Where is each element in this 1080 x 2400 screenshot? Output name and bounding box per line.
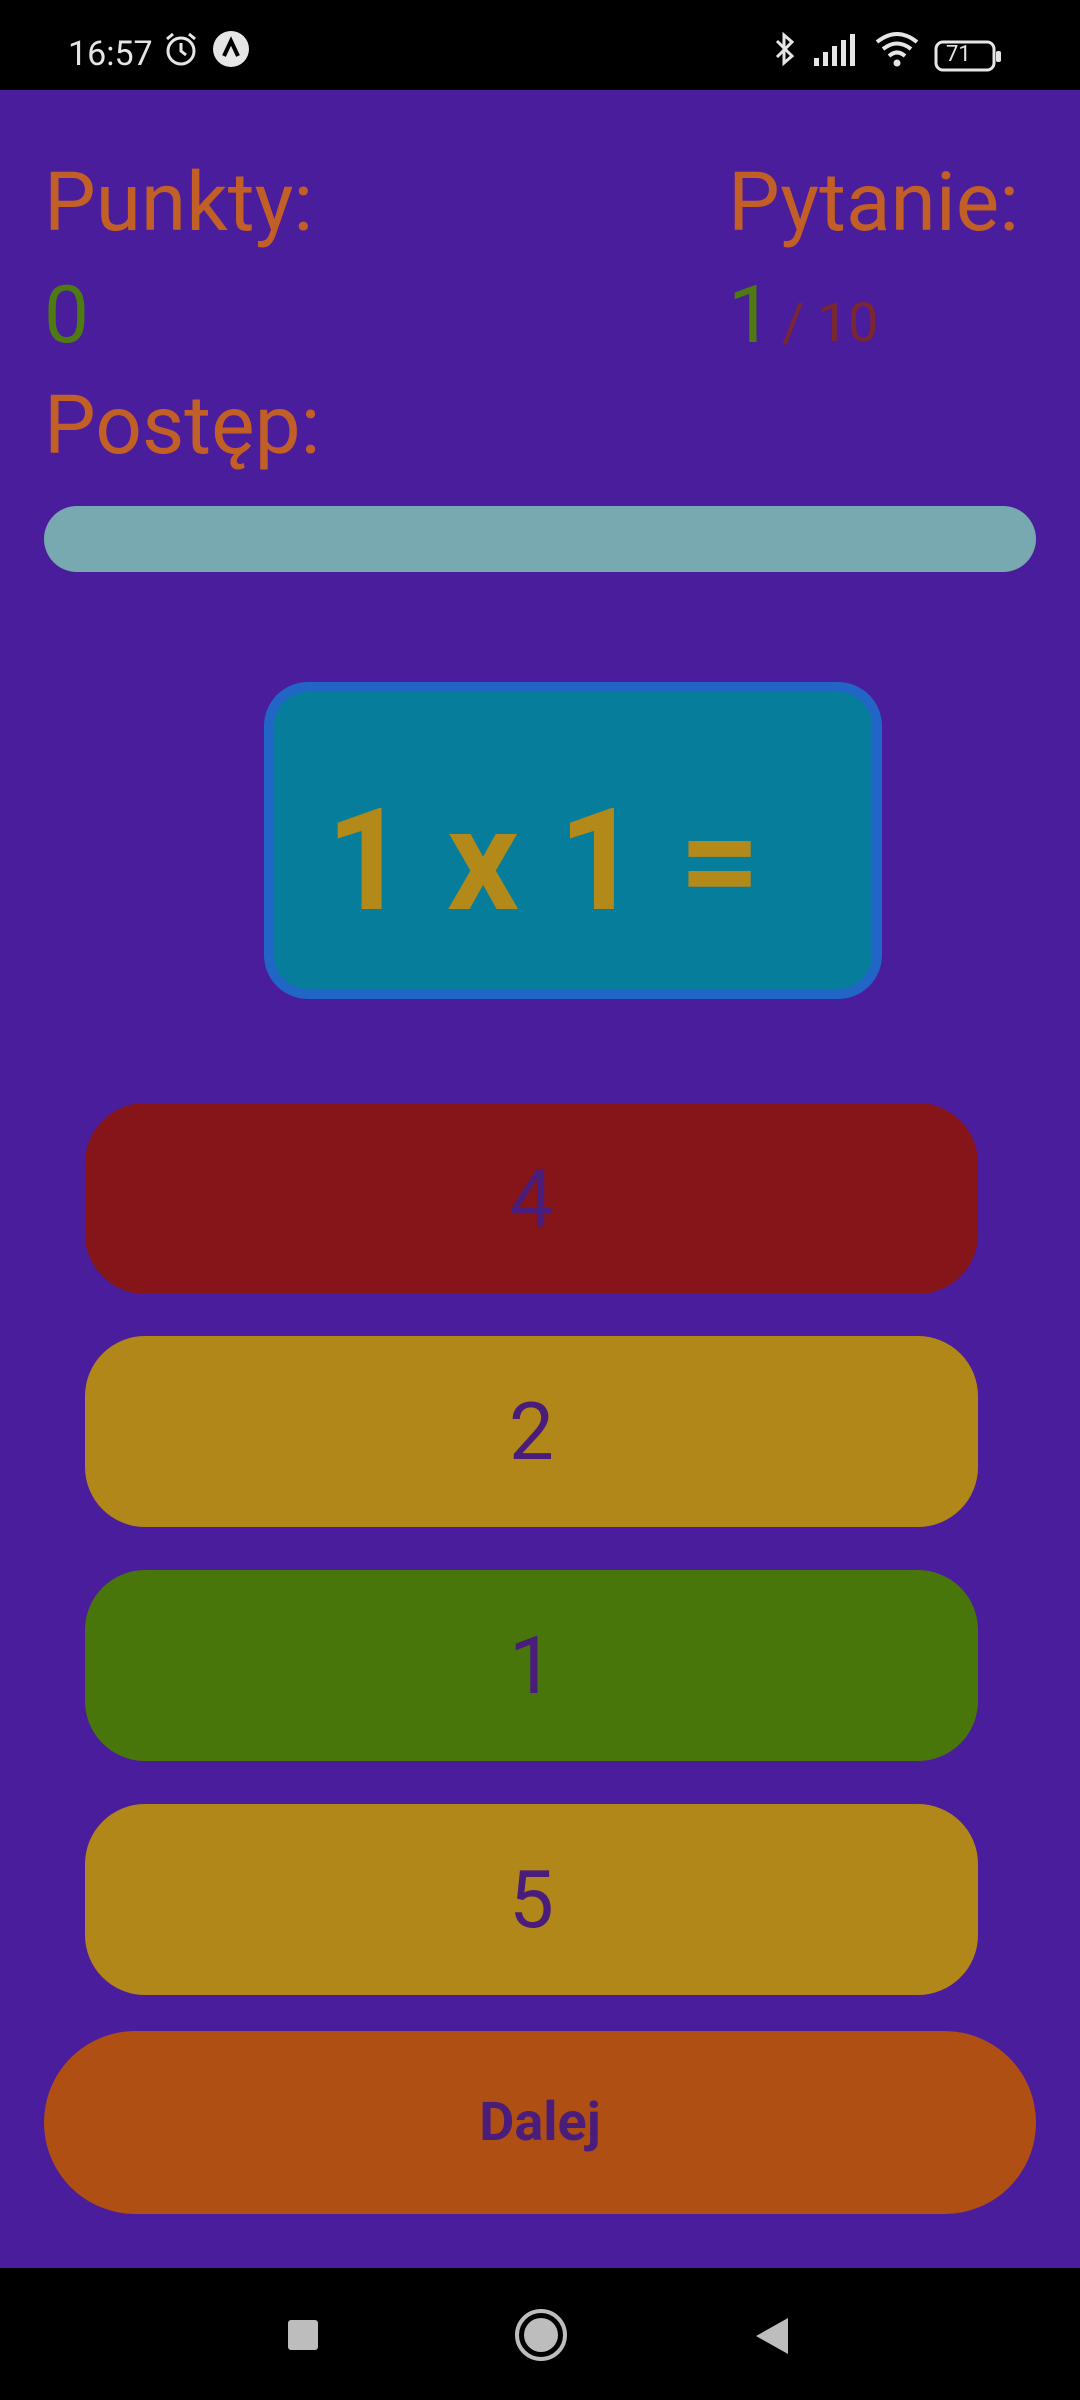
progress-bar bbox=[44, 506, 1036, 572]
next-button[interactable]: Dalej bbox=[44, 2031, 1036, 2214]
question-text: 1 x 1 = bbox=[326, 777, 763, 944]
progress-label: Postęp: bbox=[44, 378, 321, 474]
question-card: 1 x 1 = bbox=[264, 682, 882, 999]
wifi-icon bbox=[874, 30, 920, 72]
question-label: Pytanie: bbox=[728, 155, 1020, 251]
answer-label: 1 bbox=[509, 1618, 554, 1713]
answer-button[interactable]: 2 bbox=[85, 1336, 978, 1527]
navigation-bar bbox=[0, 2268, 1080, 2400]
answer-button[interactable]: 5 bbox=[85, 1804, 978, 1995]
answer-label: 5 bbox=[509, 1852, 554, 1947]
battery-level: 71 bbox=[946, 42, 971, 67]
answer-button[interactable]: 1 bbox=[85, 1570, 978, 1761]
answer-button[interactable]: 4 bbox=[85, 1103, 978, 1294]
status-bar: 16:57 71 bbox=[0, 0, 1080, 90]
signal-icon bbox=[812, 30, 860, 72]
bluetooth-icon bbox=[770, 30, 800, 72]
next-button-label: Dalej bbox=[479, 2091, 601, 2154]
question-number: 1 bbox=[728, 268, 773, 362]
answer-label: 2 bbox=[509, 1384, 554, 1479]
back-icon[interactable] bbox=[754, 2316, 790, 2360]
question-total: / 10 bbox=[782, 292, 879, 355]
battery-icon: 71 bbox=[934, 40, 1004, 78]
points-value: 0 bbox=[44, 268, 89, 362]
answer-label: 4 bbox=[509, 1151, 554, 1246]
home-icon[interactable] bbox=[514, 2308, 568, 2366]
points-label: Punkty: bbox=[44, 155, 314, 251]
alarm-icon bbox=[162, 30, 200, 72]
recent-apps-icon[interactable] bbox=[286, 2318, 320, 2356]
status-time: 16:57 bbox=[68, 34, 153, 74]
app-notification-icon bbox=[212, 30, 250, 72]
